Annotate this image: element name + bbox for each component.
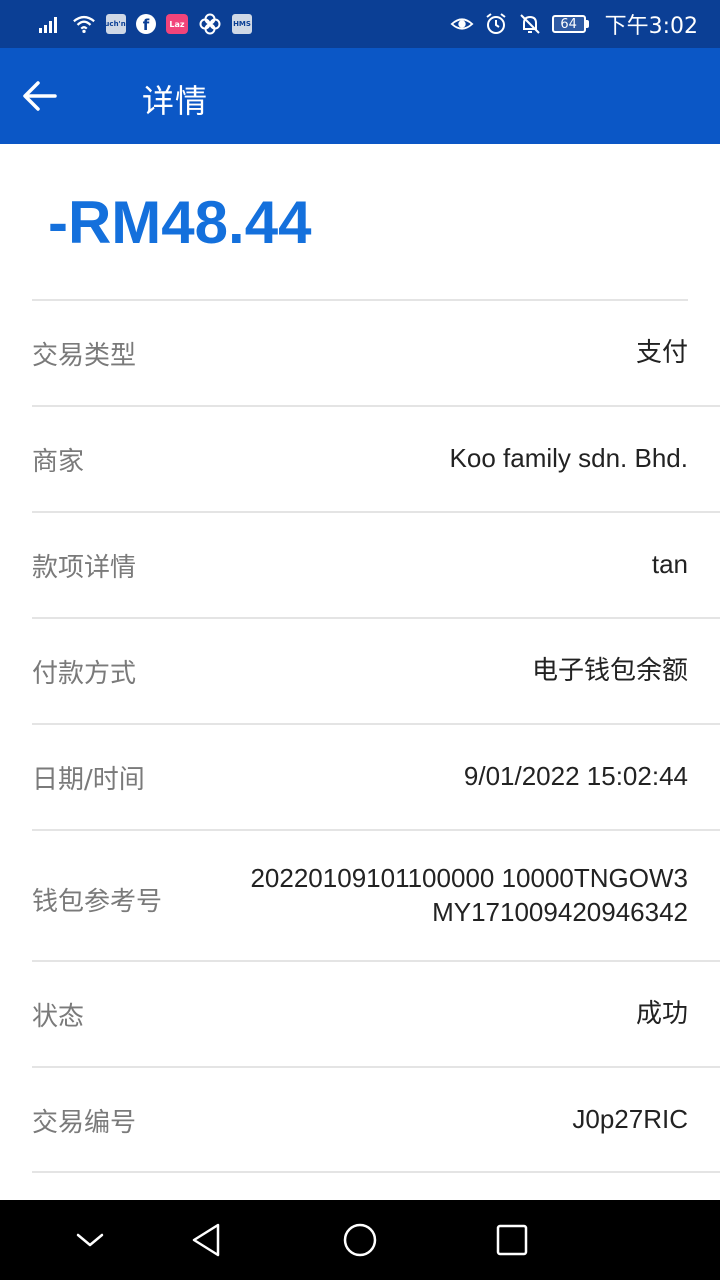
row-value: 成功 (635, 998, 688, 1028)
row-value: Koo family sdn. Bhd. (449, 443, 688, 473)
row-label: 日期/时间 (32, 765, 145, 795)
row-merchant: 商家 Koo family sdn. Bhd. (0, 407, 720, 513)
battery-level: 64 (551, 15, 586, 33)
divider (32, 1171, 720, 1173)
status-bar: Touch'nGo f Laz HMS 64 下午3:02 (0, 0, 720, 48)
status-right: 64 下午3:02 (450, 8, 698, 40)
row-date-time: 日期/时间 9/01/2022 15:02:44 (0, 725, 720, 831)
transaction-amount: -RM48.44 (48, 189, 312, 256)
row-wallet-reference: 钱包参考号 20220109101100000 10000TNGOW3 MY17… (0, 831, 720, 961)
back-button[interactable] (18, 74, 62, 118)
row-payment-method: 付款方式 电子钱包余额 (0, 619, 720, 725)
row-value: 20220109101100000 10000TNGOW3 MY17100942… (250, 861, 688, 929)
eye-icon (450, 12, 474, 36)
nav-home-button[interactable] (338, 1218, 382, 1262)
nav-back-button[interactable] (184, 1218, 228, 1262)
row-transaction-id: 交易编号 J0p27RIC (0, 1068, 720, 1174)
home-circle-icon (343, 1223, 377, 1257)
hms-icon: HMS (232, 14, 252, 34)
row-label: 款项详情 (32, 553, 137, 583)
back-triangle-icon (192, 1223, 220, 1257)
touch-n-go-icon: Touch'nGo (96, 14, 136, 34)
wifi-icon (72, 12, 96, 36)
collapse-icon (76, 1233, 104, 1247)
row-value: tan (651, 549, 688, 579)
row-label: 交易编号 (32, 1108, 137, 1138)
row-value: 支付 (635, 337, 688, 367)
battery-tip (585, 20, 589, 28)
battery-indicator: 64 (551, 15, 589, 33)
status-time: 下午3:02 (604, 14, 698, 39)
transaction-details: -RM48.44 交易类型 支付 商家 Koo family sdn. Bhd.… (0, 144, 720, 1200)
row-status: 状态 成功 (0, 962, 720, 1068)
lazada-icon: Laz (166, 14, 188, 34)
row-value-line: 20220109101100000 10000TNGOW3 (250, 863, 688, 893)
alarm-icon (484, 12, 508, 36)
collapse-button[interactable] (68, 1218, 112, 1262)
row-transaction-type: 交易类型 支付 (0, 301, 720, 407)
row-value-line: MY171009420946342 (432, 897, 688, 927)
arrow-left-icon (23, 81, 57, 111)
system-nav-bar (0, 1200, 720, 1280)
row-label: 状态 (32, 1002, 85, 1032)
status-left: Touch'nGo f Laz HMS (38, 12, 252, 36)
signal-icon (38, 12, 62, 36)
mute-icon (518, 12, 542, 36)
nav-recents-button[interactable] (490, 1218, 534, 1262)
row-value: 9/01/2022 15:02:44 (463, 761, 688, 791)
row-value: 电子钱包余额 (531, 655, 688, 685)
app-bar: 详情 (0, 48, 720, 144)
row-label: 付款方式 (32, 659, 137, 689)
row-label: 商家 (32, 447, 85, 477)
row-label: 交易类型 (32, 341, 137, 371)
facebook-icon: f (136, 14, 156, 34)
row-label: 钱包参考号 (32, 887, 163, 917)
row-value: J0p27RIC (572, 1104, 688, 1134)
recents-square-icon (496, 1224, 528, 1256)
page-title: 详情 (142, 82, 209, 120)
row-payment-detail: 款项详情 tan (0, 513, 720, 619)
pinwheel-icon (198, 12, 222, 36)
